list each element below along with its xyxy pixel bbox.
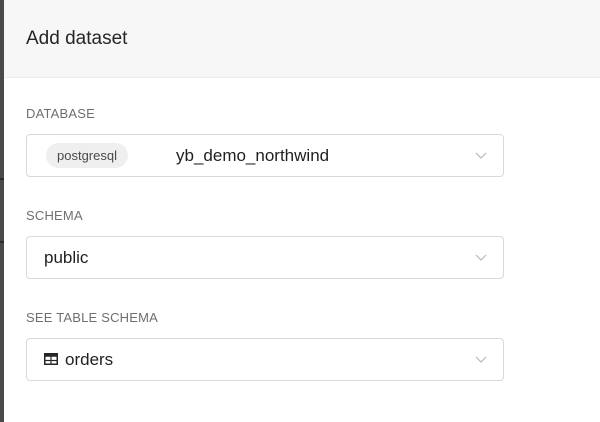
- add-dataset-panel: Add dataset DATABASE postgresql yb_demo_…: [4, 0, 600, 422]
- table-label: SEE TABLE SCHEMA: [26, 310, 159, 325]
- database-label: DATABASE: [26, 106, 96, 121]
- chevron-down-icon[interactable]: [474, 148, 488, 162]
- database-type-tag: postgresql: [46, 143, 128, 168]
- table-select[interactable]: orders: [26, 338, 504, 381]
- table-select-value: orders: [65, 350, 114, 369]
- panel-header: Add dataset: [4, 0, 600, 78]
- table-icon: [44, 353, 58, 365]
- database-select-value: yb_demo_northwind: [176, 146, 330, 165]
- chevron-down-icon[interactable]: [474, 250, 488, 264]
- schema-select[interactable]: public: [26, 236, 504, 279]
- chevron-down-icon[interactable]: [474, 352, 488, 366]
- panel-title: Add dataset: [26, 28, 128, 49]
- database-select[interactable]: postgresql yb_demo_northwind: [26, 134, 504, 177]
- schema-label: SCHEMA: [26, 208, 83, 223]
- schema-select-value: public: [44, 248, 89, 267]
